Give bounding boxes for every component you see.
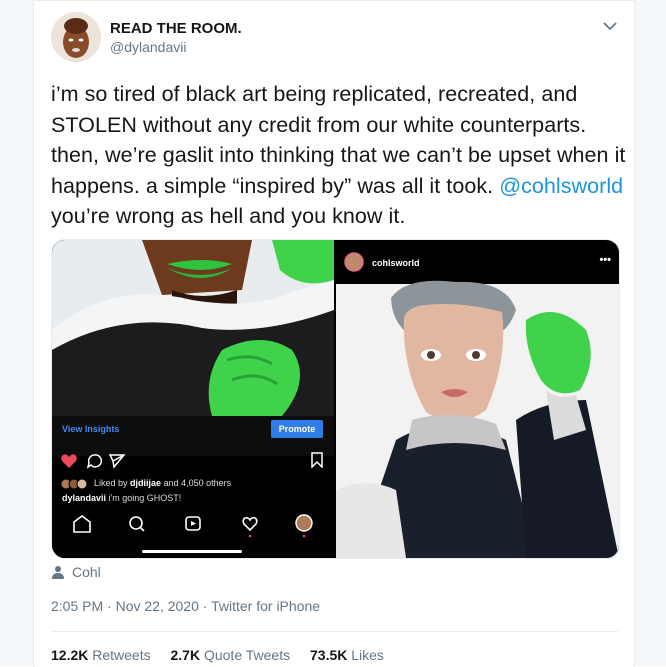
heart-icon [61,454,77,468]
tweet-card: READ THE ROOM. @dylandavii i’m so tired … [33,0,635,667]
liked-suffix: and 4,050 others [163,478,232,488]
tweet-source[interactable]: Twitter for iPhone [211,598,320,614]
quote-tweets-stat[interactable]: 2.7K Quote Tweets [171,647,291,663]
avatar[interactable] [51,12,101,62]
photo-left[interactable]: View Insights Promote Liked by djdiijae … [52,240,334,558]
promote-button[interactable]: Promote [271,420,323,438]
liked-user[interactable]: djdiijae [130,478,161,488]
tweet-meta: 2:05 PM · Nov 22, 2020 · Twitter for iPh… [51,598,320,614]
tweet-body-end: you’re wrong as hell and you know it. [51,204,406,228]
tagged-user[interactable]: Cohl [72,564,101,580]
post-actions [60,452,140,475]
background-left [0,0,33,666]
account-name[interactable]: cohlsworld [372,258,420,268]
media-grid[interactable]: View Insights Promote Liked by djdiijae … [51,239,620,559]
post-caption: dylandavii i'm going GHOST! [62,493,181,503]
display-name[interactable]: READ THE ROOM. [110,20,242,37]
tweet-text: i’m so tired of black art being replicat… [51,79,626,232]
profile-icon [295,514,313,532]
retweets-stat[interactable]: 12.2K Retweets [51,647,151,663]
divider [51,631,618,632]
comment-icon [86,454,103,469]
likes-stat[interactable]: 73.5K Likes [310,647,384,663]
bookmark-icon[interactable] [310,452,324,473]
likes-label: Likes [351,647,384,663]
user-handle[interactable]: @dylandavii [110,39,186,55]
separator: · [202,598,208,614]
photo-right[interactable]: cohlsworld ••• [336,240,619,558]
retweets-count: 12.2K [51,647,89,663]
tweet-stats: 12.2K Retweets 2.7K Quote Tweets 73.5K L… [51,647,400,663]
tweet-date[interactable]: Nov 22, 2020 [116,598,199,614]
retweets-label: Retweets [92,647,151,663]
home-indicator [142,550,242,553]
tweet-time[interactable]: 2:05 PM [51,598,103,614]
person-icon [51,565,65,584]
more-options-icon[interactable]: ••• [599,254,611,266]
caption-text: i'm going GHOST! [108,493,182,503]
liked-prefix: Liked by [94,478,128,488]
home-icon [73,515,91,533]
separator: · [107,598,112,614]
mention-link[interactable]: @cohlsworld [499,174,623,198]
share-icon [108,454,126,469]
liked-by-text: Liked by djdiijae and 4,050 others [94,478,231,488]
background-right [634,0,666,666]
quotes-count: 2.7K [170,647,201,663]
quotes-label: Quote Tweets [203,647,291,663]
likes-count: 73.5K [310,647,348,663]
view-insights-link[interactable]: View Insights [62,424,119,434]
activity-heart-icon [242,516,258,532]
chevron-down-icon[interactable] [600,18,620,34]
caption-user[interactable]: dylandavii [62,493,106,503]
